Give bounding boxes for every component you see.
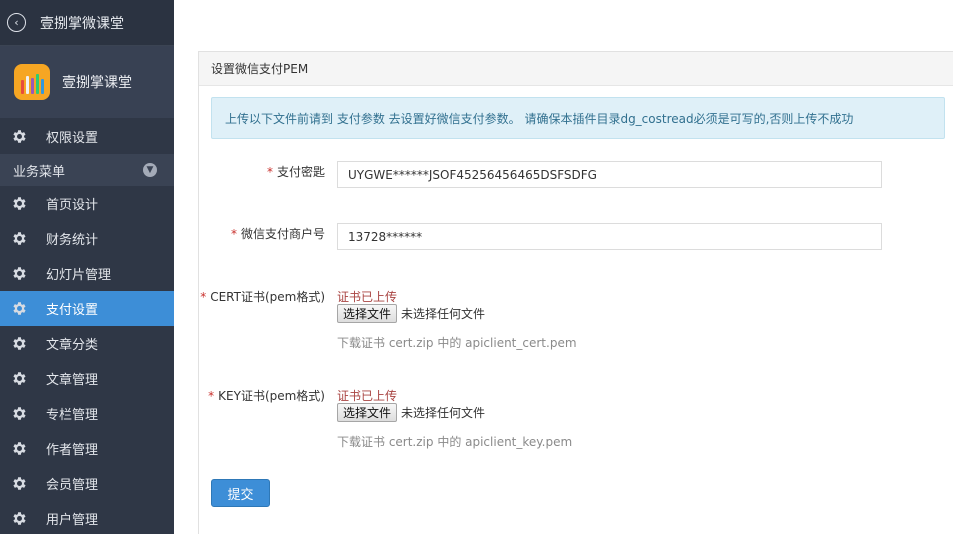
menu-group-business[interactable]: 业务菜单 ▼: [0, 154, 174, 186]
sidebar-item-label: 文章分类: [46, 338, 99, 353]
info-alert: 上传以下文件前请到 支付参数 去设置好微信支付参数。 请确保本插件目录dg_co…: [211, 97, 945, 139]
submit-button[interactable]: 提交: [211, 479, 270, 507]
required-mark: *: [208, 389, 215, 403]
brand-title: 壹捌掌课堂: [62, 75, 132, 91]
sidebar-item-5[interactable]: 文章管理: [0, 361, 174, 396]
sidebar-item-label: 专栏管理: [46, 408, 99, 423]
sidebar-item-label: 文章管理: [46, 373, 99, 388]
sidebar-item-label: 首页设计: [46, 198, 99, 213]
key-no-file-text: 未选择任何文件: [401, 406, 486, 420]
sidebar-top-title: 壹捌掌微课堂: [40, 15, 124, 32]
gear-icon: [13, 442, 26, 455]
sidebar-header: ‹ 壹捌掌微课堂: [0, 0, 174, 46]
sidebar-item-label: 权限设置: [46, 130, 99, 146]
pay-key-label: * 支付密匙: [266, 165, 325, 179]
key-label: * KEY证书(pem格式): [208, 389, 325, 403]
sidebar-item-permissions[interactable]: 权限设置: [0, 118, 174, 154]
key-file-picker: 选择文件 未选择任何文件: [337, 403, 485, 422]
sidebar-item-label: 幻灯片管理: [46, 268, 112, 283]
gear-icon: [13, 302, 26, 315]
gear-icon: [13, 512, 26, 525]
pay-key-input[interactable]: [337, 161, 882, 188]
brand: 壹捌掌课堂: [0, 46, 174, 118]
required-mark: *: [230, 227, 237, 241]
sidebar-item-6[interactable]: 专栏管理: [0, 396, 174, 431]
gear-icon: [13, 407, 26, 420]
sidebar-item-2[interactable]: 幻灯片管理: [0, 256, 174, 291]
key-help-text: 下载证书 cert.zip 中的 apiclient_key.pem: [337, 435, 573, 449]
gear-icon: [13, 129, 26, 143]
sidebar-item-label: 作者管理: [46, 443, 99, 458]
required-mark: *: [200, 290, 207, 304]
gear-icon: [13, 372, 26, 385]
gear-icon: [13, 232, 26, 245]
required-mark: *: [266, 165, 273, 179]
chevron-down-icon: ▼: [143, 163, 157, 177]
merchant-id-input[interactable]: [337, 223, 882, 250]
cert-file-picker: 选择文件 未选择任何文件: [337, 304, 485, 323]
cert-label: * CERT证书(pem格式): [200, 290, 325, 304]
cert-help-text: 下载证书 cert.zip 中的 apiclient_cert.pem: [337, 336, 577, 350]
pem-settings-panel: 设置微信支付PEM 上传以下文件前请到 支付参数 去设置好微信支付参数。 请确保…: [198, 51, 953, 534]
gear-icon: [13, 337, 26, 350]
sidebar-item-label: 财务统计: [46, 233, 99, 248]
sidebar-item-3[interactable]: 支付设置: [0, 291, 174, 326]
cert-no-file-text: 未选择任何文件: [401, 307, 486, 321]
sidebar-item-label: 用户管理: [46, 513, 99, 528]
sidebar-item-0[interactable]: 首页设计: [0, 186, 174, 221]
sidebar-item-7[interactable]: 作者管理: [0, 431, 174, 466]
app-logo-icon: [14, 64, 50, 100]
merchant-id-label: * 微信支付商户号: [230, 227, 325, 241]
sidebar-item-4[interactable]: 文章分类: [0, 326, 174, 361]
key-choose-file-button[interactable]: 选择文件: [337, 403, 398, 422]
back-arrow-icon[interactable]: ‹: [7, 13, 26, 32]
sidebar-item-8[interactable]: 会员管理: [0, 466, 174, 501]
sidebar: ‹ 壹捌掌微课堂 壹捌掌课堂 权限设置 业务菜单 ▼ 首页设计财务统计幻灯片管理…: [0, 0, 174, 534]
sidebar-nav: 首页设计财务统计幻灯片管理支付设置文章分类文章管理专栏管理作者管理会员管理用户管…: [0, 186, 174, 534]
panel-title: 设置微信支付PEM: [199, 52, 953, 86]
gear-icon: [13, 267, 26, 280]
key-status: 证书已上传: [337, 389, 398, 403]
menu-group-label: 业务菜单: [13, 164, 66, 180]
cert-choose-file-button[interactable]: 选择文件: [337, 304, 398, 323]
sidebar-item-label: 会员管理: [46, 478, 99, 493]
sidebar-item-9[interactable]: 用户管理: [0, 501, 174, 534]
sidebar-item-1[interactable]: 财务统计: [0, 221, 174, 256]
gear-icon: [13, 197, 26, 210]
cert-status: 证书已上传: [337, 290, 398, 304]
gear-icon: [13, 477, 26, 490]
sidebar-item-label: 支付设置: [46, 303, 99, 318]
